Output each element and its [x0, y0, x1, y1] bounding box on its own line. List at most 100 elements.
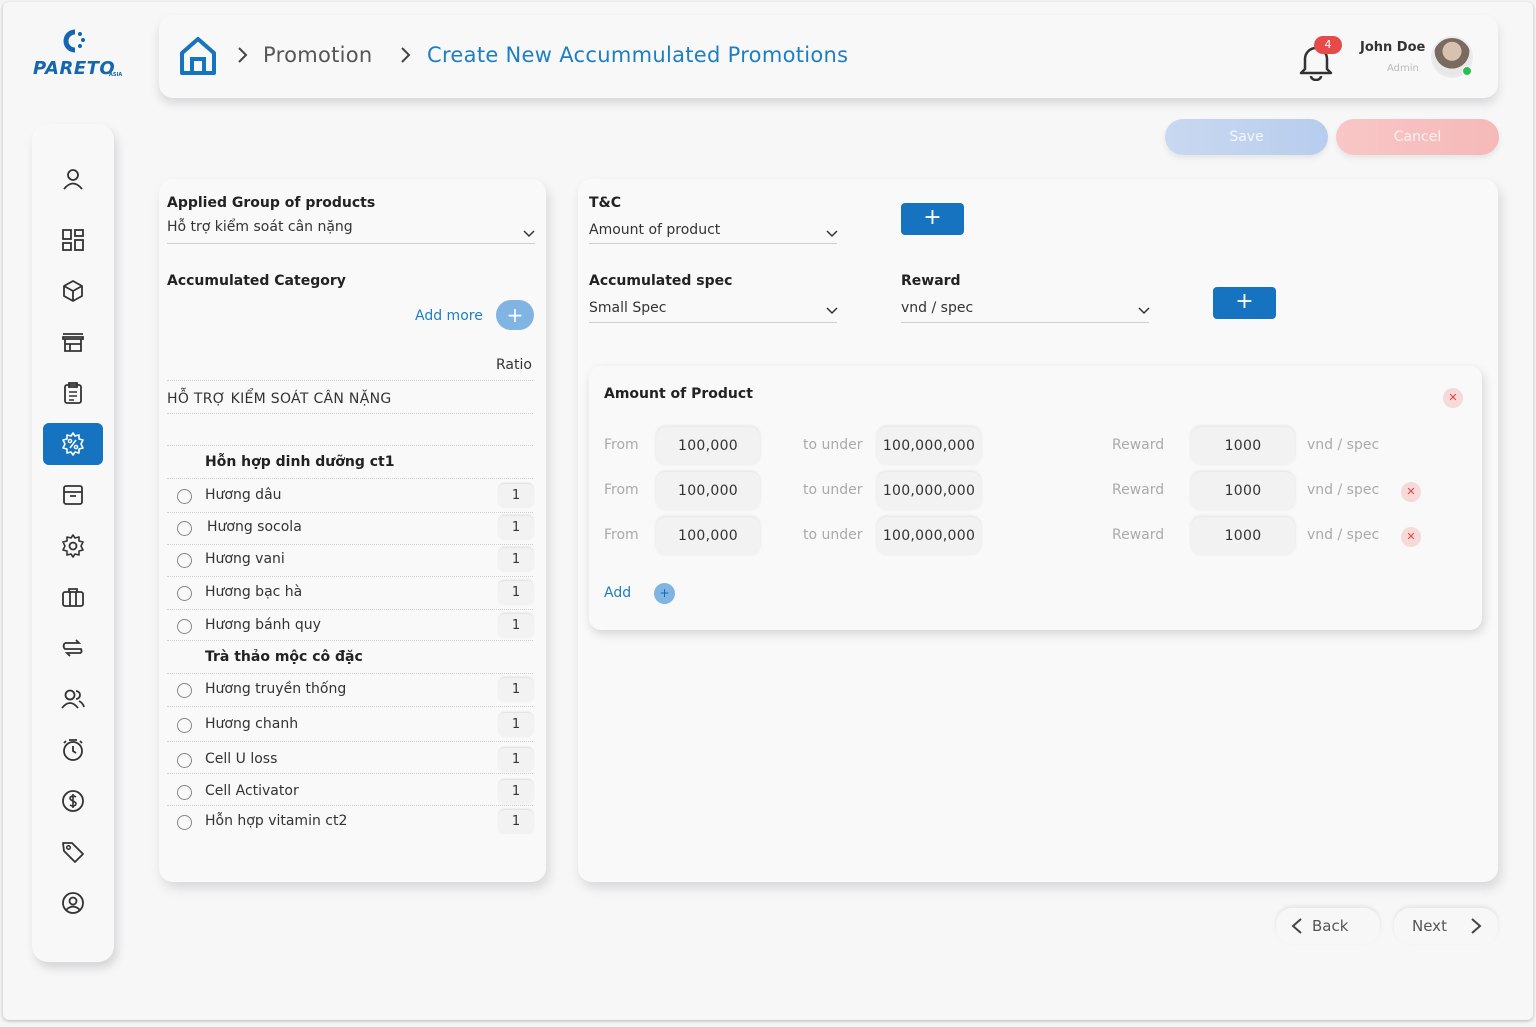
- divider: [167, 576, 533, 577]
- sidebar-item-dashboard[interactable]: [43, 219, 103, 261]
- chevron-down-icon[interactable]: [1138, 307, 1150, 315]
- chevron-down-icon[interactable]: [826, 230, 838, 238]
- add-tier-link[interactable]: Add: [604, 585, 631, 601]
- radio-button[interactable]: [177, 489, 192, 504]
- radio-button[interactable]: [177, 753, 192, 768]
- tier-row: From 100,000 to under 100,000,000 Reward…: [604, 427, 1464, 467]
- radio-button[interactable]: [177, 815, 192, 830]
- radio-button[interactable]: [177, 586, 192, 601]
- list-item[interactable]: Hương bánh quy 1: [167, 614, 533, 640]
- accumulated-spec-label: Accumulated spec: [589, 273, 733, 289]
- dollar-icon: [62, 790, 84, 812]
- sidebar-item-settings[interactable]: [43, 525, 103, 567]
- sidebar-item-store[interactable]: [43, 321, 103, 363]
- ratio-input[interactable]: 1: [499, 780, 533, 804]
- tc-select[interactable]: Amount of product: [589, 222, 720, 238]
- list-item[interactable]: Hương socola 1: [167, 516, 533, 542]
- online-status-dot: [1462, 66, 1472, 76]
- next-label: Next: [1412, 917, 1447, 935]
- unit-label: vnd / spec: [1307, 482, 1380, 498]
- from-input[interactable]: 100,000: [656, 427, 760, 465]
- list-item[interactable]: Cell Activator 1: [167, 780, 533, 806]
- breadcrumb-chevron-icon: [401, 47, 411, 63]
- back-button[interactable]: Back: [1276, 908, 1380, 944]
- pareto-logo[interactable]: PARETO ASIA: [33, 28, 123, 84]
- to-under-input[interactable]: 100,000,000: [877, 427, 981, 465]
- applied-group-select[interactable]: Hỗ trợ kiểm soát cân nặng: [167, 219, 353, 235]
- reward-select[interactable]: vnd / spec: [901, 300, 973, 316]
- radio-button[interactable]: [177, 683, 192, 698]
- list-item[interactable]: Hương dâu 1: [167, 484, 533, 510]
- radio-button[interactable]: [177, 619, 192, 634]
- add-reward-button[interactable]: +: [1213, 287, 1276, 319]
- reward-input[interactable]: 1000: [1191, 427, 1295, 465]
- sidebar-item-archive[interactable]: [43, 474, 103, 516]
- sidebar-item-promotion[interactable]: [43, 423, 103, 465]
- home-icon[interactable]: [178, 35, 218, 77]
- sidebar-item-briefcase[interactable]: [43, 576, 103, 618]
- sidebar-item-support[interactable]: [43, 882, 103, 924]
- breadcrumb-promotion[interactable]: Promotion: [263, 43, 373, 67]
- divider: [167, 445, 533, 446]
- sidebar-item-products[interactable]: [43, 270, 103, 312]
- accumulated-spec-select[interactable]: Small Spec: [589, 300, 666, 316]
- list-item[interactable]: Hỗn hợp vitamin ct2 1: [167, 810, 533, 836]
- from-input[interactable]: 100,000: [656, 472, 760, 510]
- ratio-input[interactable]: 1: [499, 678, 533, 702]
- sidebar-item-orders[interactable]: [43, 372, 103, 414]
- ratio-input[interactable]: 1: [499, 484, 533, 508]
- ratio-input[interactable]: 1: [499, 548, 533, 572]
- sidebar-item-customers[interactable]: [43, 678, 103, 720]
- users-icon: [61, 689, 85, 709]
- sidebar-item-user[interactable]: [43, 158, 103, 200]
- from-input[interactable]: 100,000: [656, 517, 760, 555]
- reward-input[interactable]: 1000: [1191, 472, 1295, 510]
- save-button[interactable]: Save: [1165, 119, 1328, 155]
- list-item[interactable]: Hương vani 1: [167, 548, 533, 574]
- ratio-input[interactable]: 1: [499, 713, 533, 737]
- ratio-input[interactable]: 1: [499, 748, 533, 772]
- sidebar-item-tags[interactable]: [43, 831, 103, 873]
- add-more-link[interactable]: Add more: [415, 308, 483, 324]
- remove-tier-icon[interactable]: ✕: [1401, 527, 1421, 547]
- cancel-button[interactable]: Cancel: [1336, 119, 1499, 155]
- list-item[interactable]: Cell U loss 1: [167, 748, 533, 774]
- ratio-input[interactable]: 1: [499, 581, 533, 605]
- reward-input[interactable]: 1000: [1191, 517, 1295, 555]
- logo-text: PARETO: [33, 58, 116, 79]
- sidebar-item-timer[interactable]: [43, 729, 103, 771]
- radio-button[interactable]: [177, 785, 192, 800]
- back-label: Back: [1312, 917, 1349, 935]
- radio-button[interactable]: [177, 553, 192, 568]
- remove-tier-icon[interactable]: ✕: [1401, 482, 1421, 502]
- sidebar-item-finance[interactable]: [43, 780, 103, 822]
- divider: [167, 609, 533, 610]
- sidebar-item-transfer[interactable]: [43, 627, 103, 669]
- tag-icon: [62, 842, 84, 863]
- ratio-input[interactable]: 1: [499, 516, 533, 540]
- radio-button[interactable]: [177, 718, 192, 733]
- item-label: Cell U loss: [205, 751, 278, 767]
- chevron-down-icon[interactable]: [826, 307, 838, 315]
- logo-subtext: ASIA: [109, 72, 123, 78]
- notification-badge: 4: [1314, 36, 1342, 54]
- chevron-down-icon[interactable]: [523, 230, 535, 238]
- add-tier-plus-icon[interactable]: +: [654, 583, 675, 604]
- to-under-label: to under: [803, 437, 863, 453]
- store-icon: [62, 333, 84, 352]
- to-under-input[interactable]: 100,000,000: [877, 517, 981, 555]
- next-button[interactable]: Next: [1394, 908, 1498, 944]
- list-item[interactable]: Hương truyền thống 1: [167, 678, 533, 704]
- ratio-input[interactable]: 1: [499, 614, 533, 638]
- to-under-input[interactable]: 100,000,000: [877, 472, 981, 510]
- add-more-plus-icon[interactable]: +: [496, 300, 534, 330]
- ratio-input[interactable]: 1: [499, 810, 533, 834]
- radio-button[interactable]: [177, 521, 192, 536]
- group-title: HỖ TRỢ KIỂM SOÁT CÂN NẶNG: [167, 391, 392, 407]
- close-icon[interactable]: ✕: [1443, 388, 1463, 408]
- divider: [167, 773, 533, 774]
- add-tc-button[interactable]: +: [901, 203, 964, 235]
- list-item[interactable]: Hương chanh 1: [167, 713, 533, 739]
- divider: [167, 512, 533, 513]
- list-item[interactable]: Hương bạc hà 1: [167, 581, 533, 607]
